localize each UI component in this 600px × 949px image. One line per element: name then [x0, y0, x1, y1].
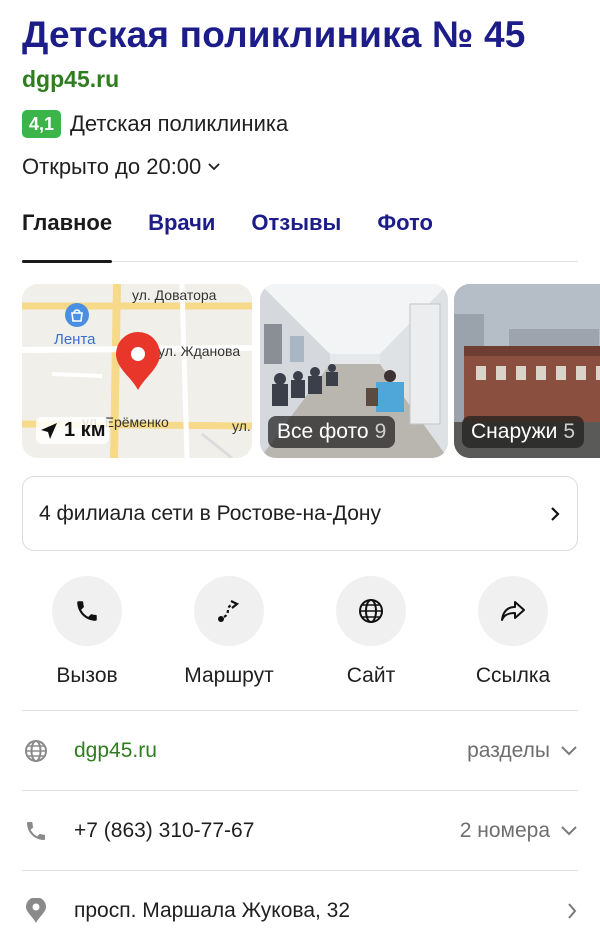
share-button[interactable]: Ссылка	[448, 576, 578, 688]
chevron-right-icon	[568, 902, 577, 919]
tab-reviews[interactable]: Отзывы	[251, 206, 341, 262]
tab-main[interactable]: Главное	[22, 206, 113, 263]
distance-badge: 1 км	[36, 417, 110, 444]
address-value: просп. Маршала Жукова, 32	[74, 898, 351, 922]
outside-photos-count: 5	[563, 420, 576, 443]
map-street-label: ул.	[232, 418, 251, 434]
hours-label: Открыто до 20:00	[22, 154, 202, 179]
map-street-label: ул. Жданова	[158, 343, 241, 359]
tab-photos[interactable]: Фото	[377, 206, 433, 262]
share-label: Ссылка	[475, 664, 551, 687]
sections-toggle[interactable]: разделы	[467, 739, 578, 763]
phone-value: +7 (863) 310-77-67	[74, 818, 255, 842]
phone-numbers-toggle[interactable]: 2 номера	[460, 819, 578, 843]
outside-photos-label: Снаружи 5	[462, 416, 585, 448]
route-icon	[218, 600, 240, 622]
outside-photos-text: Снаружи	[471, 420, 558, 443]
chevron-down-icon	[208, 163, 220, 171]
chevron-down-icon	[561, 825, 577, 835]
header-site-link[interactable]: dgp45.ru	[22, 66, 119, 93]
photo-outside[interactable]: Снаружи 5	[454, 284, 600, 458]
address-row[interactable]: просп. Маршала Жукова, 32	[22, 870, 578, 949]
call-button[interactable]: Вызов	[22, 576, 152, 688]
photo-all[interactable]: Все фото 9	[260, 284, 448, 458]
route-label: Маршрут	[184, 664, 274, 687]
rating-row: 4,1 Детская поликлиника	[22, 110, 288, 138]
store-icon	[65, 303, 89, 327]
hours-dropdown[interactable]: Открыто до 20:00	[22, 154, 221, 180]
map-street-label: ул. Доватора	[132, 287, 217, 303]
phone-row[interactable]: +7 (863) 310-77-67 2 номера	[22, 790, 578, 870]
website-label: Сайт	[346, 664, 396, 687]
globe-icon	[359, 599, 383, 623]
all-photos-count: 9	[374, 420, 387, 443]
chevron-down-icon	[561, 745, 577, 755]
page-title: Детская поликлиника № 45	[22, 14, 526, 55]
location-pin-icon	[26, 897, 46, 923]
website-value: dgp45.ru	[74, 738, 157, 762]
branches-label: 4 филиала сети в Ростове-на-Дону	[39, 501, 382, 525]
map-preview[interactable]: ул. Доватора ул. Жданова ул. Ерёменко ул…	[22, 284, 252, 458]
media-gallery[interactable]: ул. Доватора ул. Жданова ул. Ерёменко ул…	[22, 284, 600, 458]
phone-numbers-label: 2 номера	[459, 818, 550, 842]
chevron-right-icon	[551, 506, 560, 521]
phone-icon	[27, 821, 45, 840]
route-circle	[194, 576, 264, 646]
branches-button[interactable]: 4 филиала сети в Ростове-на-Дону	[22, 476, 578, 551]
sections-label: разделы	[467, 738, 550, 762]
category-label: Детская поликлиника	[70, 111, 289, 136]
share-icon	[501, 601, 525, 621]
all-photos-text: Все фото	[277, 420, 369, 443]
share-circle	[478, 576, 548, 646]
map-poi-label: Лента	[54, 331, 96, 348]
website-row[interactable]: dgp45.ru разделы	[22, 710, 578, 790]
website-button[interactable]: Сайт	[306, 576, 436, 688]
location-pin-icon	[116, 332, 160, 390]
globe-icon	[25, 739, 47, 762]
tab-doctors[interactable]: Врачи	[148, 206, 215, 262]
route-button[interactable]: Маршрут	[164, 576, 294, 688]
phone-icon	[77, 601, 97, 621]
all-photos-label: Все фото 9	[268, 416, 396, 448]
website-circle	[336, 576, 406, 646]
distance-label: 1 км	[64, 419, 106, 441]
navigation-arrow-icon	[41, 422, 57, 439]
call-circle	[52, 576, 122, 646]
action-bar: Вызов Маршрут Сайт Ссылка	[22, 576, 578, 688]
tab-bar: Главное Врачи Отзывы Фото	[22, 206, 578, 263]
call-label: Вызов	[56, 664, 118, 687]
rating-badge: 4,1	[22, 110, 62, 138]
